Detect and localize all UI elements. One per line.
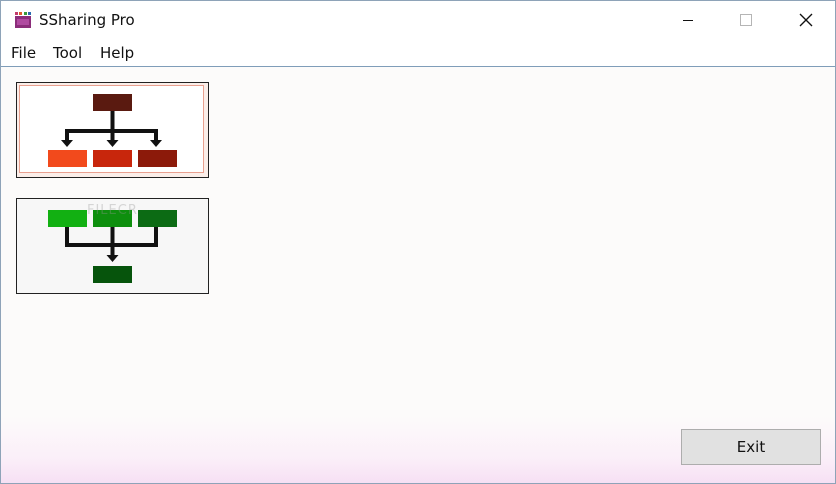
- menu-help[interactable]: Help: [98, 43, 136, 63]
- maximize-button[interactable]: [717, 1, 775, 39]
- split-target-box-1: [48, 150, 87, 167]
- merge-source-box-1: [48, 210, 87, 227]
- menu-tool[interactable]: Tool: [51, 43, 84, 63]
- merge-diagram-icon: [48, 210, 177, 283]
- close-button[interactable]: [777, 1, 835, 39]
- merge-target-box: [93, 266, 132, 283]
- exit-button[interactable]: Exit: [681, 429, 821, 465]
- merge-source-box-3: [138, 210, 177, 227]
- merge-source-box-2: [93, 210, 132, 227]
- app-window: SSharing Pro File Tool Help FILECR Exit: [0, 0, 836, 484]
- split-target-box-3: [138, 150, 177, 167]
- minimize-icon: [682, 14, 694, 26]
- menu-file[interactable]: File: [9, 43, 38, 63]
- split-source-box: [93, 94, 132, 111]
- app-icon: [14, 11, 32, 29]
- window-title: SSharing Pro: [39, 11, 135, 29]
- close-icon: [799, 13, 813, 27]
- main-content: FILECR Exit: [1, 67, 835, 483]
- maximize-icon: [740, 14, 752, 26]
- split-target-box-2: [93, 150, 132, 167]
- title-bar: SSharing Pro: [1, 1, 835, 39]
- split-diagram-icon: [48, 94, 177, 167]
- merge-share-tile[interactable]: [16, 198, 209, 294]
- menu-bar: File Tool Help: [1, 39, 835, 67]
- split-share-tile[interactable]: [16, 82, 209, 178]
- minimize-button[interactable]: [659, 1, 717, 39]
